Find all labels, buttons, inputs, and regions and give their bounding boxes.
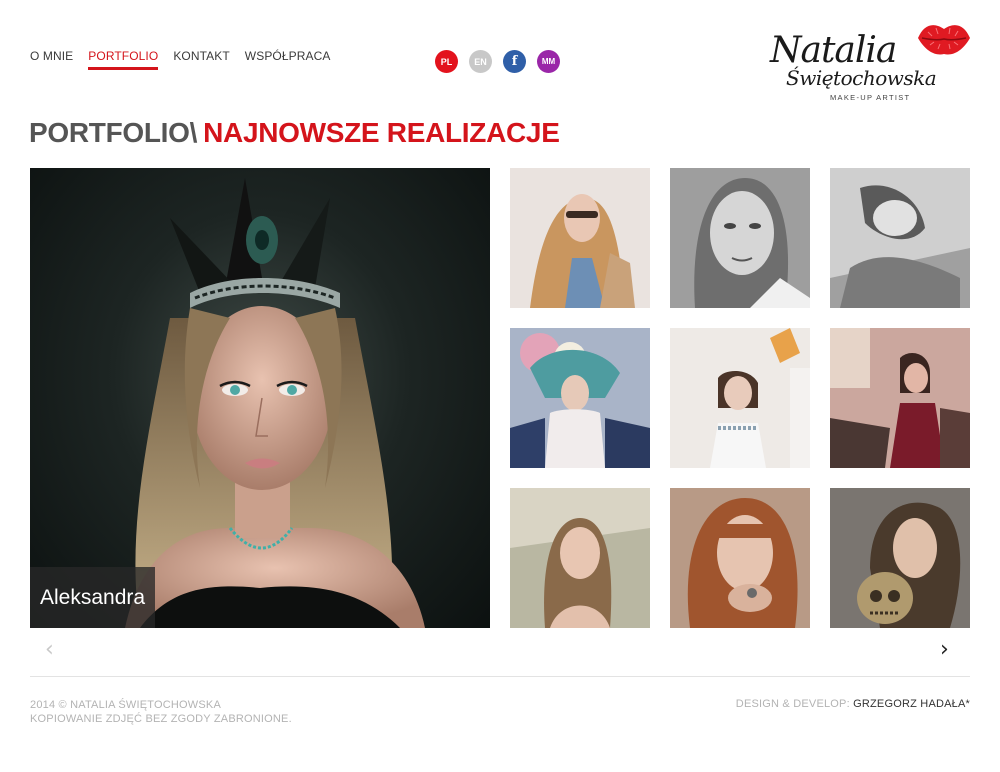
thumbnail-image — [670, 168, 810, 308]
carousel-next-button[interactable]: › — [940, 639, 949, 661]
language-social-links: PL EN f MM — [435, 50, 560, 73]
facebook-icon[interactable]: f — [503, 50, 526, 73]
copy-notice: KOPIOWANIE ZDJĘĆ BEZ ZGODY ZABRONIONE. — [30, 713, 292, 725]
thumbnail[interactable] — [670, 168, 810, 308]
lang-pl-button[interactable]: PL — [435, 50, 458, 73]
main-nav: O MNIE PORTFOLIO KONTAKT WSPÓŁPRACA — [30, 49, 330, 70]
nav-item-kontakt[interactable]: KONTAKT — [173, 49, 229, 70]
thumbnail-image — [830, 168, 970, 308]
thumbnail-image — [510, 168, 650, 308]
thumbnail-image — [670, 488, 810, 628]
thumbnail[interactable] — [670, 488, 810, 628]
logo-last-name: Świętochowska — [786, 66, 937, 90]
footer-copyright: 2014 © NATALIA ŚWIĘTOCHOWSKA KOPIOWANIE … — [30, 698, 292, 726]
thumbnail[interactable] — [510, 328, 650, 468]
page-title: PORTFOLIO\ NAJNOWSZE REALIZACJE — [29, 117, 560, 149]
featured-photo[interactable] — [30, 168, 490, 628]
thumbnail-image — [510, 328, 650, 468]
thumbnail[interactable] — [830, 488, 970, 628]
thumbnail[interactable] — [510, 168, 650, 308]
featured-caption: Aleksandra — [30, 567, 155, 628]
footer-credits: DESIGN & DEVELOP: GRZEGORZ HADAŁA* — [736, 698, 970, 710]
design-label: DESIGN & DEVELOP: — [735, 698, 850, 710]
thumbnail[interactable] — [510, 488, 650, 628]
site-logo[interactable]: Natalia Świętochowska MAKE-UP ARTIST — [768, 18, 978, 108]
thumbnail-image — [830, 328, 970, 468]
nav-item-wspolpraca[interactable]: WSPÓŁPRACA — [245, 49, 331, 70]
design-credit-link[interactable]: GRZEGORZ HADAŁA* — [853, 698, 970, 710]
thumbnail[interactable] — [670, 328, 810, 468]
nav-item-o-mnie[interactable]: O MNIE — [30, 49, 73, 70]
copyright-line: 2014 © NATALIA ŚWIĘTOCHOWSKA — [30, 699, 221, 711]
page-title-prefix: PORTFOLIO\ — [29, 117, 198, 148]
lips-icon — [918, 25, 970, 55]
thumbnail-image — [510, 488, 650, 628]
thumbnail-image — [830, 488, 970, 628]
carousel-prev-button[interactable]: ‹ — [45, 639, 54, 661]
thumbnail[interactable] — [830, 328, 970, 468]
logo-first-name: Natalia — [770, 30, 897, 71]
thumbnail-image — [670, 328, 810, 468]
footer-divider — [30, 676, 970, 677]
nav-item-portfolio[interactable]: PORTFOLIO — [88, 49, 159, 70]
logo-tagline: MAKE-UP ARTIST — [830, 93, 911, 102]
featured-photo-image — [125, 178, 425, 628]
maxmodels-icon[interactable]: MM — [537, 50, 560, 73]
lang-en-button[interactable]: EN — [469, 50, 492, 73]
page-title-highlight: NAJNOWSZE REALIZACJE — [203, 117, 560, 148]
thumbnail[interactable] — [830, 168, 970, 308]
